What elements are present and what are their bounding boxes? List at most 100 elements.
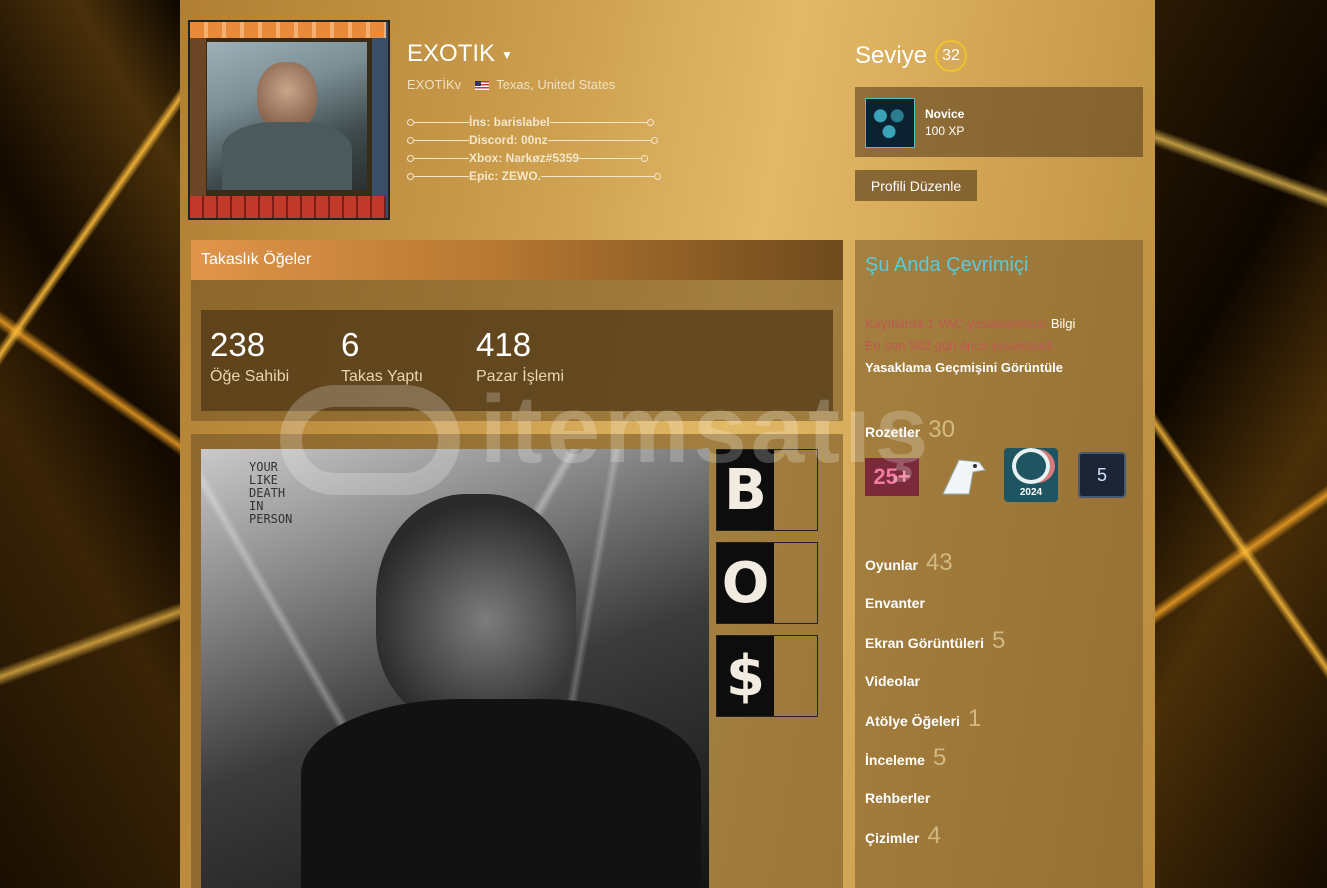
real-name-row: EXOTİKv Texas, United States	[407, 77, 615, 92]
artwork-wall-text: YOUR LIKE DEATH IN PERSON	[249, 460, 293, 526]
steam-2024-badge-icon[interactable]: 2024	[1004, 448, 1058, 502]
avatar-frame-left	[190, 22, 206, 218]
sidebar-item-label: Çizimler	[865, 830, 920, 846]
sidebar-item-count: 5	[932, 744, 947, 771]
summary-rule	[549, 121, 647, 123]
background-right	[1155, 0, 1327, 888]
avatar-image	[207, 42, 367, 190]
trade-header: Takaslık Öğeler	[191, 240, 843, 280]
badge-name: Novice	[925, 107, 965, 121]
artwork-showcase: YOUR LIKE DEATH IN PERSON B O $	[191, 434, 843, 888]
badges-count: 30	[928, 416, 955, 443]
stat-market-transactions[interactable]: 418 Pazar İşlemi	[476, 326, 564, 386]
showcase-letter-tile[interactable]: O	[716, 542, 818, 624]
stat-value: 418	[476, 326, 532, 363]
avatar-frame-bricks	[190, 196, 386, 218]
letter-b: B	[717, 450, 774, 530]
location: Texas, United States	[496, 77, 616, 92]
summary-dot	[407, 118, 414, 126]
summary-dot	[646, 118, 654, 126]
sidebar-item-count: 5	[992, 627, 1006, 654]
sidebar-item-workshop[interactable]: Atölye Öğeleri 1	[865, 705, 981, 733]
eagle-icon	[942, 459, 986, 495]
badge-year: 2024	[1019, 487, 1043, 498]
summary-text: Discord: 00nz	[469, 133, 548, 147]
sidebar-item-label: Rehberler	[865, 790, 931, 806]
summary-dot	[650, 136, 658, 144]
us-flag-icon	[474, 81, 489, 91]
vac-ban-row: Kayıtlarda 1 VAC yasaklanması Bilgi	[865, 316, 1075, 331]
sidebar-item-reviews[interactable]: İnceleme 5	[865, 744, 946, 772]
sidebar-item-label: Videolar	[865, 673, 920, 689]
stat-label: Pazar İşlemi	[476, 368, 565, 385]
stat-items-owned[interactable]: 238 Öğe Sahibi	[210, 326, 289, 386]
summary-rule	[414, 121, 469, 123]
badge-years-icon[interactable]: 25+	[865, 458, 919, 496]
showcase-letter-tile[interactable]: $	[716, 635, 818, 717]
level-badge[interactable]: 32	[935, 40, 968, 72]
sidebar-item-label: Atölye Öğeleri	[865, 713, 960, 729]
sidebar-item-label: Envanter	[865, 595, 925, 611]
artwork-head	[376, 494, 576, 724]
persona-name-text: EXOTIK	[407, 40, 496, 67]
sidebar-item-artwork[interactable]: Çizimler 4	[865, 822, 941, 850]
summary-rule	[414, 175, 469, 177]
sidebar-item-label: İnceleme	[865, 752, 925, 768]
summary-rule	[547, 139, 651, 141]
badges-label: Rozetler	[865, 424, 921, 440]
summary-text: İns: barislabel	[469, 115, 550, 129]
showcase-artwork-image[interactable]: YOUR LIKE DEATH IN PERSON	[201, 449, 709, 888]
badge-xp: 100 XP	[925, 124, 965, 138]
trade-showcase: Takaslık Öğeler 238 Öğe Sahibi 6 Takas Y…	[191, 240, 843, 421]
summary-dot	[407, 136, 414, 144]
summary-dot	[407, 172, 414, 180]
summary-rule	[541, 175, 654, 177]
artwork-body	[301, 699, 701, 888]
badges-link[interactable]: Rozetler 30	[865, 416, 955, 444]
edit-profile-button[interactable]: Profili Düzenle	[855, 170, 977, 201]
summary-dot	[641, 154, 649, 162]
trade-stats: 238 Öğe Sahibi 6 Takas Yaptı 418 Pazar İ…	[201, 310, 833, 411]
real-name: EXOTİKv	[407, 77, 462, 92]
summary-rule	[414, 157, 469, 159]
ban-history-link[interactable]: Yasaklama Geçmişini Görüntüle	[865, 360, 1063, 375]
favorite-badge[interactable]: Novice 100 XP	[855, 87, 1143, 157]
summary-line: İns: barislabel	[407, 113, 661, 131]
sidebar-item-inventory[interactable]: Envanter	[865, 595, 933, 611]
profile-page: EXOTIK ▼ EXOTİKv Texas, United States İns…	[180, 0, 1155, 888]
chevron-down-icon[interactable]: ▼	[501, 48, 513, 62]
vac-ban-text: Kayıtlarda 1 VAC yasaklanması	[865, 316, 1047, 331]
summary-line: Discord: 00nz	[407, 131, 661, 149]
stat-label: Öğe Sahibi	[210, 368, 290, 385]
eagle-badge-icon[interactable]	[939, 454, 987, 500]
level-5-badge-icon[interactable]: 5	[1078, 452, 1126, 498]
avatar[interactable]	[188, 20, 390, 220]
stat-trades-made[interactable]: 6 Takas Yaptı	[341, 326, 423, 386]
avatar-frame-right	[372, 22, 388, 218]
letter-o: O	[717, 543, 774, 623]
sidebar-item-screenshots[interactable]: Ekran Görüntüleri 5	[865, 627, 1005, 655]
hexagon-badge-icon	[865, 98, 915, 148]
stat-label: Takas Yaptı	[341, 368, 424, 385]
sidebar-item-label: Ekran Görüntüleri	[865, 635, 985, 651]
sidebar-item-count: 43	[925, 549, 953, 576]
persona-name[interactable]: EXOTIK ▼	[407, 40, 513, 68]
profile-summary: İns: barislabel Discord: 00nz Xbox: Nark…	[407, 113, 661, 185]
summary-rule	[414, 139, 469, 141]
vac-info-link[interactable]: Bilgi	[1051, 316, 1076, 331]
sidebar-item-guides[interactable]: Rehberler	[865, 790, 938, 806]
level-header: Seviye 32	[855, 40, 968, 72]
online-status: Şu Anda Çevrimiçi	[865, 254, 1029, 276]
letter-dollar: $	[717, 636, 774, 716]
summary-dot	[407, 154, 414, 162]
level-label: Seviye	[855, 42, 928, 69]
sidebar-item-games[interactable]: Oyunlar 43	[865, 549, 953, 577]
avatar-body	[222, 122, 352, 190]
stat-value: 238	[210, 326, 266, 363]
profile-sidebar: Şu Anda Çevrimiçi Kayıtlarda 1 VAC yasak…	[855, 240, 1143, 888]
steam-ring-icon	[1012, 448, 1050, 484]
sidebar-item-videos[interactable]: Videolar	[865, 673, 928, 689]
showcase-letter-tile[interactable]: B	[716, 449, 818, 531]
sidebar-item-label: Oyunlar	[865, 557, 918, 573]
summary-text: Xbox: Narkøz#5359	[469, 151, 580, 165]
